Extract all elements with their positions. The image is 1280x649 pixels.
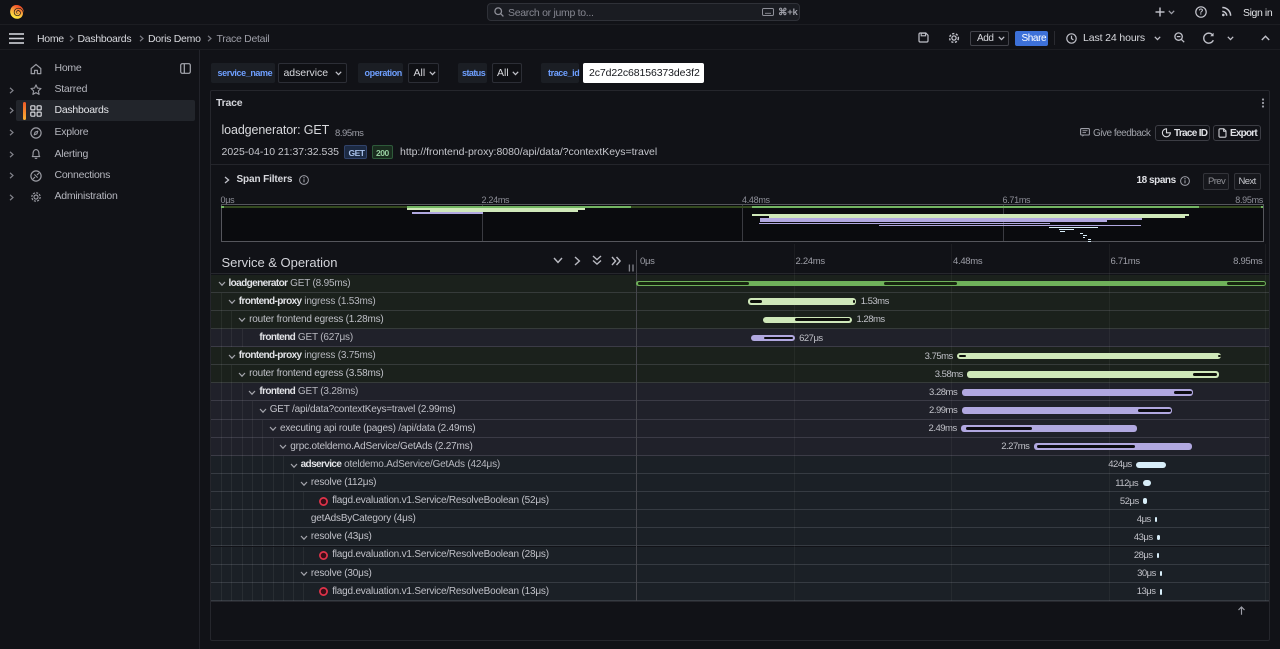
svg-text:?: ?: [1199, 8, 1204, 17]
